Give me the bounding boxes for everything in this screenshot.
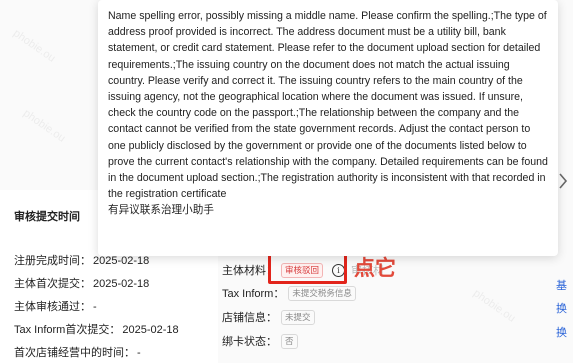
rejection-reason-text: Name spelling error, possibly missing a … — [108, 10, 548, 201]
entity-approved-row: 主体审核通过： - — [14, 301, 97, 313]
first-store-operating-row: 首次店铺经营中的时间： - — [14, 347, 141, 359]
store-info-status-tag: 未提交 — [281, 309, 315, 325]
tax-inform-label: Tax Inform： — [222, 288, 285, 300]
chevron-right-icon[interactable] — [558, 172, 570, 192]
click-here-annotation: 点它 — [354, 256, 396, 280]
store-info-label: 店铺信息： — [222, 312, 277, 324]
store-info-row: 店铺信息： 未提交 — [222, 309, 315, 325]
watermark: phobie.ou — [470, 287, 518, 325]
side-link[interactable]: 基 — [556, 277, 567, 293]
rejection-reason-tooltip: Name spelling error, possibly missing a … — [98, 0, 558, 256]
card-status-tag: 否 — [281, 333, 298, 349]
tax-inform-first-submit-row: Tax Inform首次提交： 2025-02-18 — [14, 324, 179, 336]
tax-inform-status-tag: 未提交税务信息 — [288, 285, 356, 301]
watermark: phobie.ou — [20, 107, 68, 145]
side-link[interactable]: 换 — [556, 324, 567, 340]
contact-helper-note: 有异议联系治理小助手 — [108, 204, 214, 217]
review-time-title: 审核提交时间 — [14, 211, 80, 223]
card-status-label: 绑卡状态： — [222, 336, 277, 348]
side-link[interactable]: 换 — [556, 300, 567, 316]
tax-inform-row: Tax Inform： 未提交税务信息 — [222, 285, 356, 301]
page: phobie.ou phobie.ou phobie.ou phobie.ou … — [0, 0, 573, 363]
entity-first-submit-row: 主体首次提交： 2025-02-18 — [14, 278, 150, 290]
watermark: phobie.ou — [10, 27, 58, 65]
card-status-row: 绑卡状态： 否 — [222, 333, 298, 349]
